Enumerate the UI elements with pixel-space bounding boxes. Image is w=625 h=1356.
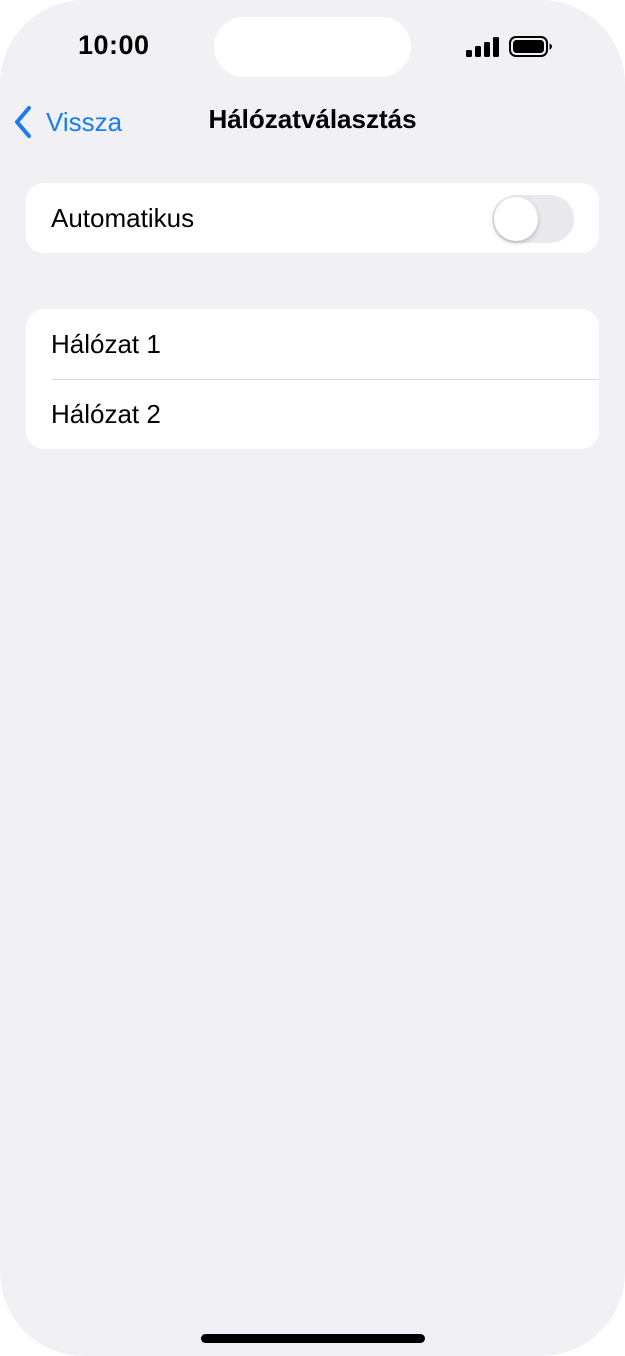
row-divider: [51, 379, 599, 380]
network-item-label: Hálózat 1: [51, 328, 161, 359]
automatic-toggle[interactable]: [492, 195, 574, 243]
network-list: Hálózat 1 Hálózat 2: [26, 309, 599, 449]
phone-screen: 10:00 Vissza Hálózatválasztás Automatiku…: [0, 0, 625, 1356]
automatic-label: Automatikus: [51, 202, 195, 233]
network-item-2[interactable]: Hálózat 2: [26, 379, 599, 449]
home-indicator[interactable]: [201, 1334, 425, 1343]
network-item-label: Hálózat 2: [51, 398, 161, 429]
toggle-knob: [494, 197, 538, 241]
dynamic-island: [214, 17, 411, 77]
cellular-signal-icon: [466, 37, 499, 57]
status-time: 10:00: [78, 30, 150, 60]
automatic-row: Automatikus: [26, 183, 599, 253]
automatic-group: Automatikus: [26, 183, 599, 253]
network-item-1[interactable]: Hálózat 1: [26, 309, 599, 379]
page-title: Hálózatválasztás: [208, 104, 417, 134]
battery-full-icon: [509, 36, 552, 57]
